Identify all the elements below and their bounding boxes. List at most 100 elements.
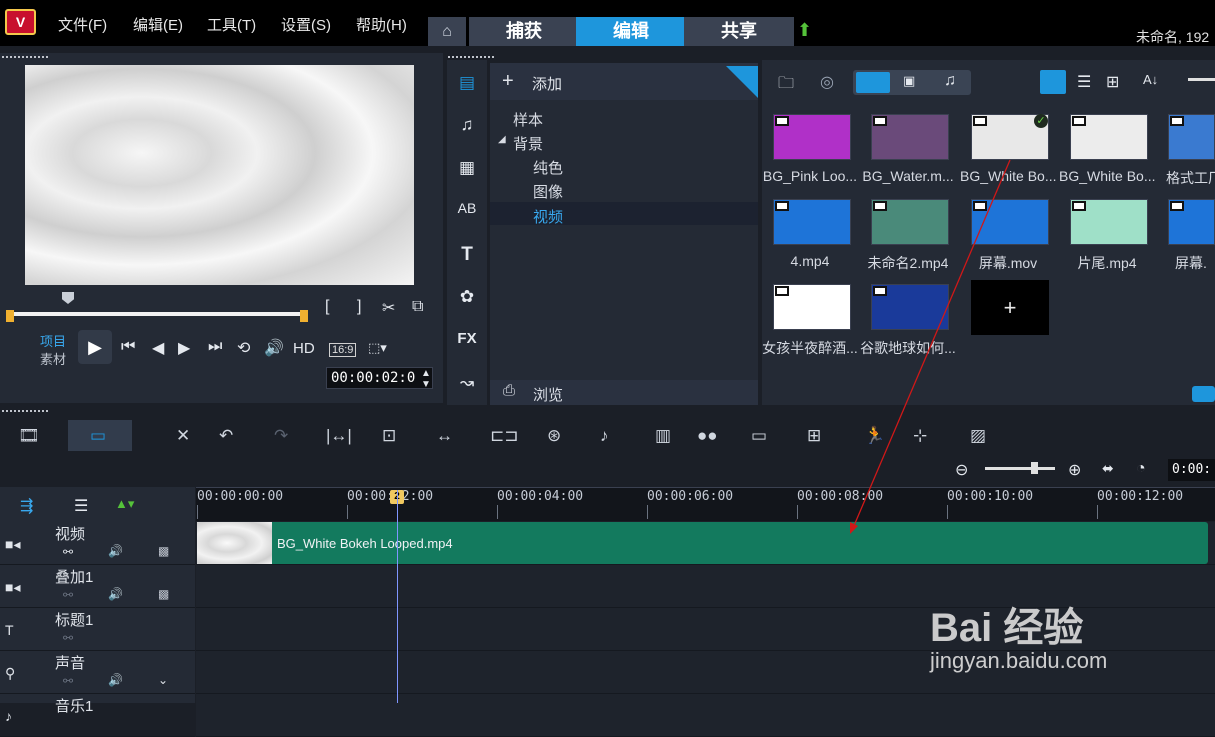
blend-icon[interactable]: ●●: [697, 426, 718, 446]
audio-mixer-icon[interactable]: ♪: [600, 426, 609, 446]
scissors-icon[interactable]: ✂: [382, 298, 395, 318]
aspect-ratio-dropdown[interactable]: 16:9: [329, 343, 357, 357]
menu-help[interactable]: 帮助(H): [356, 14, 407, 35]
track-header[interactable]: [0, 608, 195, 651]
link-icon[interactable]: ⚯: [63, 545, 73, 559]
fit-timeline-icon[interactable]: |↔|: [326, 426, 352, 446]
project-mode-label[interactable]: 项目: [40, 331, 66, 350]
storyboard-view-icon[interactable]: 🎞: [18, 426, 40, 446]
grid-view-icon[interactable]: ⊞: [1106, 72, 1119, 92]
tab-edit[interactable]: 编辑: [576, 17, 686, 46]
checker-icon[interactable]: ▩: [158, 587, 169, 601]
track-lane[interactable]: [196, 694, 1215, 737]
thumb-view-button[interactable]: [1040, 70, 1066, 94]
multicam-icon[interactable]: ▥: [655, 426, 671, 446]
add-folder-button[interactable]: 添加: [532, 73, 562, 94]
ripple-icon[interactable]: ⊡: [382, 426, 396, 446]
checker-icon[interactable]: ▩: [158, 544, 169, 558]
track-volume-icon[interactable]: 🔊: [108, 544, 123, 558]
expand-icon[interactable]: ⌄: [158, 673, 168, 687]
track-volume-icon[interactable]: 🔊: [108, 673, 123, 687]
zoom-in-icon[interactable]: ⊕: [1068, 460, 1081, 480]
extend-icon[interactable]: ⊏⊐: [490, 426, 519, 446]
browse-button[interactable]: 浏览: [533, 384, 563, 405]
browse-folder-icon[interactable]: ⎙: [503, 382, 515, 399]
mark-out-button[interactable]: ]: [357, 298, 361, 316]
fit-project-icon[interactable]: ⬌: [1102, 460, 1114, 477]
filter-video-button[interactable]: [856, 72, 890, 93]
filter-audio-icon[interactable]: ♫: [944, 72, 956, 90]
mask-icon[interactable]: ▨: [970, 426, 986, 446]
filter-photo-icon[interactable]: ▣: [903, 73, 915, 89]
graphics-icon[interactable]: ✿: [455, 287, 479, 309]
mark-in-button[interactable]: [: [325, 298, 329, 316]
instant-project-icon[interactable]: ♫: [455, 115, 479, 137]
prev-frame-icon[interactable]: ◀: [152, 338, 164, 358]
split-screen-icon[interactable]: ⊞: [807, 426, 821, 446]
track-manager-icon[interactable]: ⇶: [20, 496, 33, 516]
redo-icon[interactable]: ↷: [274, 426, 288, 446]
track-header[interactable]: [0, 694, 195, 737]
thumb-size-slider[interactable]: [1188, 78, 1215, 81]
play-button[interactable]: ▶: [78, 330, 112, 364]
scrub-bar[interactable]: [8, 312, 308, 316]
list-view-icon[interactable]: ☰: [1077, 72, 1091, 92]
title-track-icon[interactable]: T: [5, 622, 14, 638]
volume-icon[interactable]: 🔊: [264, 338, 284, 358]
capture-disc-icon[interactable]: ◎: [820, 72, 834, 92]
video-track-icon[interactable]: ■◂: [5, 536, 20, 553]
path-icon[interactable]: ↝: [455, 373, 479, 395]
motion-icon[interactable]: 🏃: [864, 426, 885, 446]
add-media-thumbnail[interactable]: +: [971, 280, 1049, 335]
filter-fx-icon[interactable]: FX: [455, 330, 479, 352]
text-title-icon[interactable]: T: [455, 244, 479, 266]
record-icon[interactable]: ⊛: [547, 426, 561, 446]
add-plus-icon[interactable]: +: [502, 70, 514, 93]
subtitle-icon[interactable]: ▭: [751, 426, 767, 446]
enlarge-icon[interactable]: ⧉: [412, 298, 423, 316]
go-end-icon[interactable]: ⏭: [208, 338, 222, 356]
tree-item-sample[interactable]: 样本: [513, 109, 543, 130]
tab-capture[interactable]: 捕获: [469, 17, 579, 46]
menu-file[interactable]: 文件(F): [58, 14, 107, 35]
tree-item-background[interactable]: 背景: [513, 133, 543, 154]
tab-share[interactable]: 共享: [684, 17, 794, 46]
link-icon[interactable]: ⚯: [63, 631, 73, 645]
library-grip[interactable]: [448, 56, 494, 58]
clock-icon[interactable]: ◔: [1136, 460, 1146, 478]
timeline-playhead[interactable]: [397, 490, 398, 703]
transition-icon[interactable]: ▦: [455, 158, 479, 180]
timecode-field[interactable]: 00:00:02:0: [326, 367, 433, 389]
link-icon[interactable]: ⚯: [63, 674, 73, 688]
voice-track-icon[interactable]: ⚲: [5, 665, 15, 682]
go-start-icon[interactable]: ⏮: [121, 338, 135, 356]
hd-toggle[interactable]: HD: [293, 340, 315, 357]
link-icon[interactable]: ⚯: [63, 588, 73, 602]
timecode-stepper-icon[interactable]: ▲ ▼: [421, 368, 431, 390]
add-track-icon[interactable]: ☰: [74, 496, 88, 516]
menu-settings[interactable]: 设置(S): [281, 14, 331, 35]
tree-item-video[interactable]: 视频: [533, 206, 563, 227]
panel-grip-handle[interactable]: [2, 56, 48, 58]
undo-icon[interactable]: ↶: [219, 426, 233, 446]
trim-end-marker[interactable]: [300, 310, 308, 322]
music-track-icon[interactable]: ♪: [5, 708, 12, 724]
collapse-triangle-icon[interactable]: ◢: [498, 134, 506, 145]
import-folder-icon[interactable]: 🗀: [778, 72, 794, 99]
overlay-track-icon[interactable]: ■◂: [5, 579, 20, 596]
track-volume-icon[interactable]: 🔊: [108, 587, 123, 601]
menu-edit[interactable]: 编辑(E): [133, 14, 183, 35]
zoom-slider[interactable]: [985, 467, 1055, 470]
tools-icon[interactable]: ✕: [176, 426, 190, 446]
title-ab-icon[interactable]: AB: [455, 200, 479, 222]
tracking-icon[interactable]: ⊹: [913, 426, 927, 446]
zoom-out-icon[interactable]: ⊖: [955, 460, 968, 480]
crop-icon[interactable]: ⬚▾: [368, 340, 387, 356]
home-icon[interactable]: ⌂: [428, 17, 466, 46]
timeline-grip[interactable]: [2, 410, 48, 412]
split-icon[interactable]: ↔: [436, 426, 453, 446]
sort-icon[interactable]: A↓: [1143, 72, 1158, 87]
trim-start-marker[interactable]: [6, 310, 14, 322]
chapter-marker-icon[interactable]: ▲▾: [115, 496, 134, 512]
repeat-icon[interactable]: ⟲: [237, 338, 250, 358]
